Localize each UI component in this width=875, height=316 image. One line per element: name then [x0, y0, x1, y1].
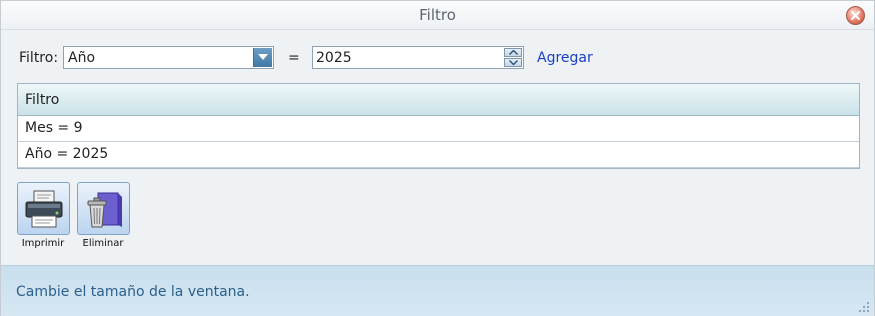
delete-button[interactable] [77, 182, 130, 235]
status-bar: Cambie el tamaño de la ventana. [1, 265, 874, 316]
row-text: Mes = 9 [25, 120, 83, 136]
spinner-buttons [504, 48, 522, 67]
grid-header[interactable]: Filtro [18, 84, 859, 116]
printer-icon [25, 190, 63, 228]
arrow-down-icon [509, 60, 518, 65]
field-select-value: Año [68, 50, 96, 66]
title-bar: Filtro [1, 1, 874, 30]
field-select[interactable]: Año [63, 46, 274, 69]
filter-window: Filtro Filtro: Año = 2025 Agregar Filtro… [0, 0, 875, 316]
value-spinner[interactable]: 2025 [312, 46, 524, 69]
add-link[interactable]: Agregar [537, 50, 593, 66]
window-title: Filtro [419, 6, 456, 24]
field-dropdown-button[interactable] [253, 48, 272, 67]
spin-up-button[interactable] [504, 48, 522, 57]
table-row[interactable]: Mes = 9 [18, 116, 859, 142]
grid-header-label: Filtro [25, 92, 60, 108]
operator-label: = [288, 50, 300, 66]
print-label: Imprimir [21, 238, 65, 249]
value-spinner-value: 2025 [316, 50, 352, 66]
close-button[interactable] [846, 6, 865, 25]
chevron-down-icon [258, 54, 268, 60]
resize-grip-icon[interactable] [858, 301, 870, 313]
arrow-up-icon [509, 50, 518, 55]
status-text: Cambie el tamaño de la ventana. [16, 284, 250, 300]
print-button[interactable] [17, 182, 70, 235]
filter-grid: Filtro Mes = 9 Año = 2025 [17, 83, 860, 169]
close-icon [851, 11, 860, 20]
table-row[interactable]: Año = 2025 [18, 142, 859, 168]
spin-down-button[interactable] [504, 58, 522, 67]
delete-label: Eliminar [82, 238, 124, 249]
trash-icon [87, 192, 122, 228]
row-text: Año = 2025 [25, 146, 109, 162]
filter-label: Filtro: [19, 50, 59, 66]
filter-row: Filtro: Año = 2025 Agregar [1, 46, 874, 71]
